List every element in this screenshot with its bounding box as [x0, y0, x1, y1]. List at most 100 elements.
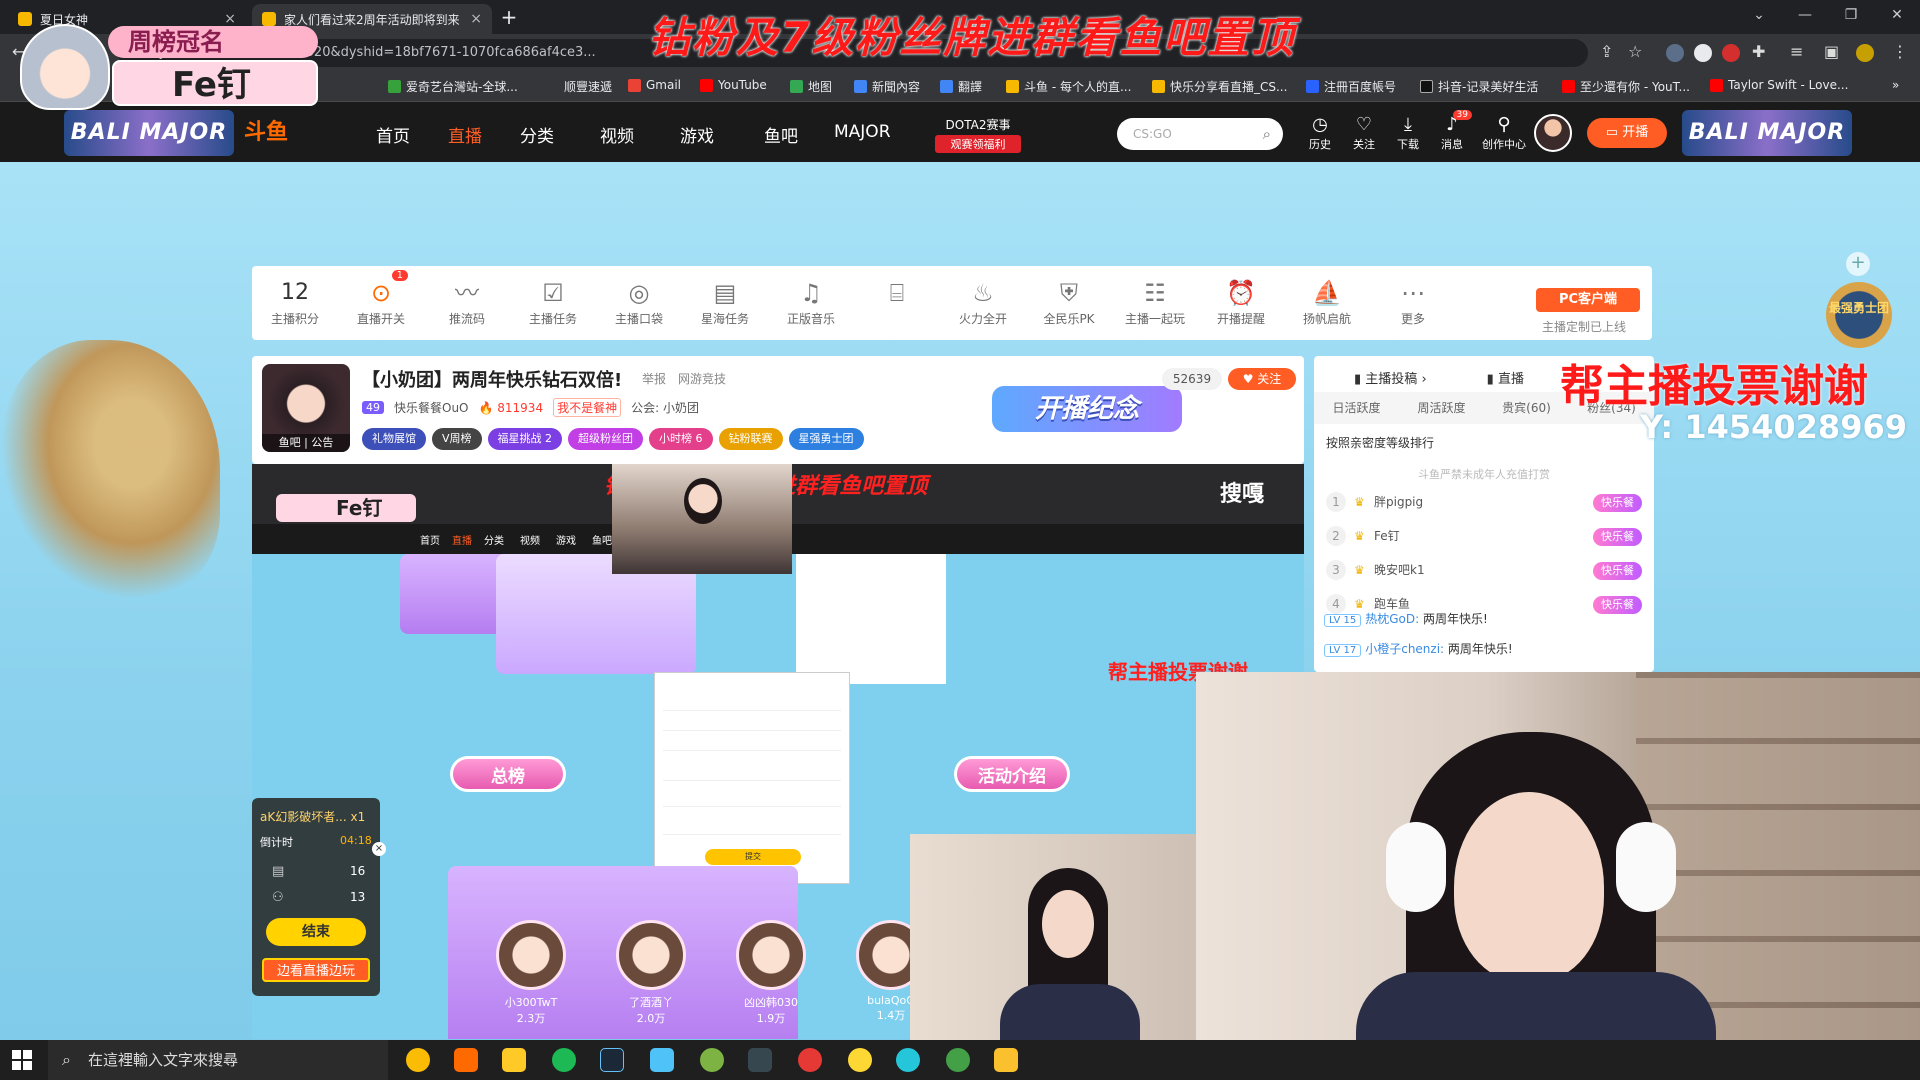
tool-anchor-tasks[interactable]: ☑ 主播任务	[518, 276, 588, 327]
toolbar-note[interactable]: 主播定制已上线	[1542, 318, 1626, 335]
side-panel-icon[interactable]: ▣	[1824, 42, 1839, 61]
tool-full-fire[interactable]: ♨ 火力全开	[948, 276, 1018, 327]
tool-live-reminder[interactable]: ⏰ 开播提醒	[1206, 276, 1276, 327]
history-button[interactable]: ◷ 历史	[1298, 114, 1342, 152]
bookmark-item[interactable]: 翻譯	[940, 78, 982, 95]
tool-pk[interactable]: ⛨ 全民乐PK	[1034, 276, 1104, 327]
follow-list-button[interactable]: ♡ 关注	[1342, 114, 1386, 152]
bookmark-item[interactable]: 爱奇艺台灣站-全球...	[388, 78, 518, 95]
rank-row[interactable]: 2 ♛ Fe钉 快乐餐	[1326, 526, 1642, 556]
close-window-icon[interactable]: ✕	[1874, 0, 1920, 30]
streamer-name[interactable]: 快乐餐餐OuO	[394, 399, 469, 416]
extension-icon[interactable]	[1666, 44, 1684, 62]
share-icon[interactable]: ⇪	[1600, 42, 1613, 61]
new-tab-plus-icon[interactable]: +	[496, 6, 522, 30]
nav-fishbar[interactable]: 鱼吧	[764, 122, 798, 147]
restore-icon[interactable]: ❐	[1828, 0, 1874, 30]
tool-stream-key[interactable]: 〰推流码	[432, 276, 502, 327]
app-icon[interactable]	[848, 1048, 872, 1072]
minimize-icon[interactable]: —	[1782, 0, 1828, 30]
badge-warrior-group[interactable]: 星强勇士团	[788, 428, 864, 450]
app-icon[interactable]	[700, 1048, 724, 1072]
douyu-app-icon[interactable]	[454, 1048, 478, 1072]
follow-button[interactable]: ♥ 关注	[1228, 368, 1296, 390]
tab-close-icon[interactable]: ×	[470, 11, 482, 27]
close-icon[interactable]: ×	[372, 842, 386, 856]
app-icon[interactable]	[896, 1048, 920, 1072]
search-input[interactable]: CS:GO ⌕	[1117, 118, 1283, 150]
app-icon[interactable]	[650, 1048, 674, 1072]
spotify-icon[interactable]	[552, 1048, 576, 1072]
nav-category[interactable]: 分类	[520, 122, 554, 147]
end-button[interactable]: 结束	[266, 918, 366, 946]
nav-video[interactable]: 视频	[600, 122, 634, 147]
streamer-flag[interactable]: 我不是餐神	[553, 398, 622, 417]
windows-start-icon[interactable]	[12, 1050, 32, 1070]
tool-starsea-tasks[interactable]: ▤ 星海任务	[690, 276, 760, 327]
ranked-avatar[interactable]	[736, 920, 806, 990]
bookmark-item[interactable]: 斗鱼 - 每个人的直...	[1006, 78, 1131, 95]
profile-avatar-icon[interactable]	[1856, 44, 1874, 62]
chrome-app-icon[interactable]	[406, 1048, 430, 1072]
start-live-button[interactable]: ▭ 开播	[1587, 118, 1667, 148]
pc-client-button[interactable]: PC客户端	[1536, 288, 1640, 312]
obs-icon[interactable]	[798, 1048, 822, 1072]
badge-diamond-league[interactable]: 钻粉联赛	[718, 428, 783, 450]
nav-games[interactable]: 游戏	[680, 122, 714, 147]
total-rank-button[interactable]: 总榜	[450, 756, 566, 792]
chat-nick[interactable]: 热枕GoD:	[1365, 612, 1419, 626]
media-queue-icon[interactable]: ≡	[1790, 42, 1803, 61]
tool-sail[interactable]: ⛵ 扬帆启航	[1292, 276, 1362, 327]
tool-live-switch[interactable]: ⊙ 1 直播开关	[346, 270, 416, 327]
tab-vip[interactable]: 贵宾(60)	[1484, 392, 1569, 424]
tool-gift[interactable]: ⌸	[862, 276, 932, 310]
extensions-puzzle-icon[interactable]: ✚	[1752, 42, 1765, 61]
badge-lucky-challenge[interactable]: 福星挑战 2	[487, 428, 563, 450]
app-icon[interactable]	[994, 1048, 1018, 1072]
side-expand-plus-icon[interactable]: +	[1846, 252, 1870, 276]
side-event-badge[interactable]: 最强勇士团	[1826, 282, 1892, 348]
category-link[interactable]: 网游竞技	[678, 370, 726, 387]
window-dropdown-icon[interactable]: ⌄	[1736, 0, 1782, 30]
nav-major[interactable]: MAJOR	[834, 122, 891, 142]
guild-announce[interactable]: 公会: 小奶团	[631, 399, 699, 416]
app-icon[interactable]	[748, 1048, 772, 1072]
badge-gift-hall[interactable]: 礼物展馆	[362, 428, 426, 450]
bookmarks-overflow-icon[interactable]: »	[1892, 78, 1899, 92]
dota-event-link[interactable]: DOTA2赛事 观赛领福利	[935, 116, 1021, 153]
chrome-menu-icon[interactable]: ⋮	[1892, 42, 1908, 61]
tab-daily[interactable]: 日活跃度	[1314, 392, 1399, 424]
dialog-submit-button[interactable]: 提交	[705, 849, 801, 865]
bookmark-item[interactable]: 至少還有你 - YouT...	[1562, 78, 1690, 95]
tool-anchor-pocket[interactable]: ◎ 主播口袋	[604, 276, 674, 327]
anchor-score[interactable]: 12 主播积分	[260, 276, 330, 327]
ranked-avatar[interactable]	[616, 920, 686, 990]
bookmark-star-icon[interactable]: ☆	[1628, 42, 1642, 61]
bookmark-item[interactable]: 快乐分享看直播_CS...	[1152, 78, 1287, 95]
bookmark-item[interactable]: YouTube	[700, 78, 767, 92]
watch-and-play-button[interactable]: 边看直播边玩	[262, 958, 370, 982]
activity-intro-button[interactable]: 活动介绍	[954, 756, 1070, 792]
tab-anchor-contrib[interactable]: ▮ 主播投稿 ›	[1354, 368, 1427, 387]
taskbar-search-input[interactable]: ⌕ 在這裡輸入文字來搜尋	[48, 1040, 388, 1080]
anniversary-banner[interactable]: 开播纪念	[992, 386, 1182, 432]
bookmark-item[interactable]: Gmail	[628, 78, 681, 92]
badge-super-fans[interactable]: 超级粉丝团	[568, 428, 644, 450]
chat-nick[interactable]: 小橙子chenzi:	[1365, 642, 1444, 656]
bookmark-item[interactable]: 地图	[790, 78, 832, 95]
douyu-logo[interactable]: 斗鱼	[244, 114, 288, 146]
bookmark-item[interactable]: 注冊百度帳号	[1306, 78, 1396, 95]
tool-licensed-music[interactable]: ♫ 正版音乐	[776, 276, 846, 327]
rank-row[interactable]: 3 ♛ 晚安吧k1 快乐餐	[1326, 560, 1642, 590]
tab-weekly[interactable]: 周活跃度	[1399, 392, 1484, 424]
download-button[interactable]: ⤓ 下载	[1386, 114, 1430, 152]
badge-vweek[interactable]: V周榜	[432, 428, 482, 450]
nav-home[interactable]: 首页	[376, 122, 410, 147]
wechat-icon[interactable]	[946, 1048, 970, 1072]
creator-center-button[interactable]: ⚲ 创作中心	[1476, 114, 1532, 152]
messages-button[interactable]: ♪ 39 消息	[1430, 110, 1474, 152]
extension-icon[interactable]	[1722, 44, 1740, 62]
file-explorer-icon[interactable]	[502, 1048, 526, 1072]
search-icon[interactable]: ⌕	[1263, 118, 1271, 150]
ranked-avatar[interactable]	[496, 920, 566, 990]
